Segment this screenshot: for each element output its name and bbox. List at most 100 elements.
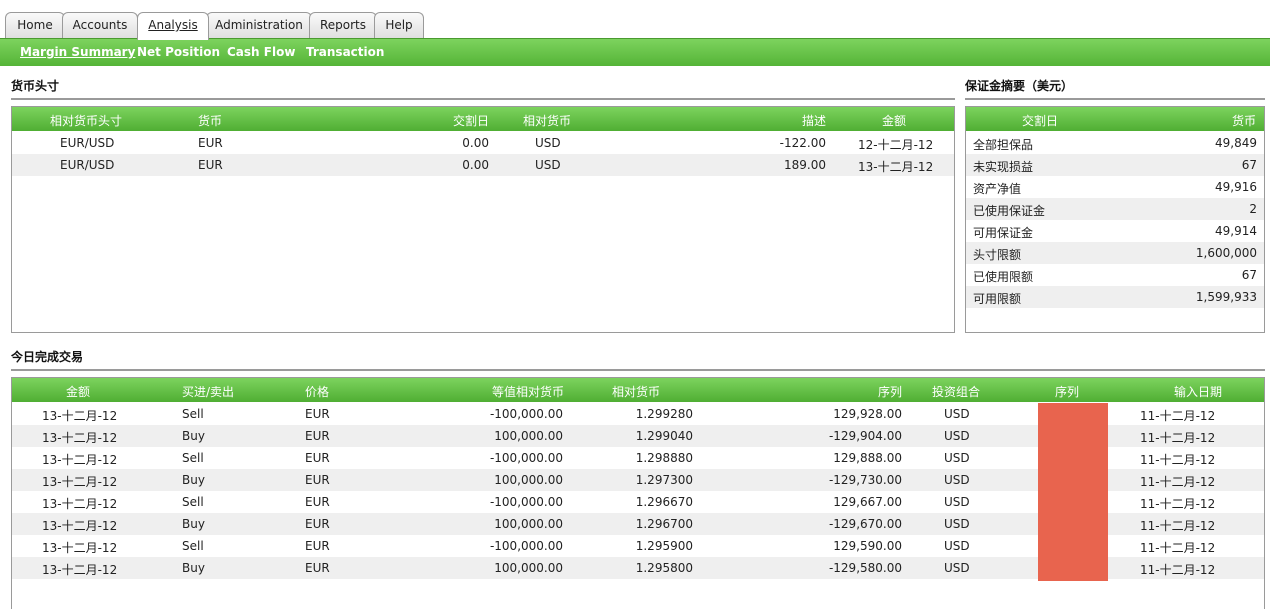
tab-help[interactable]: Help <box>374 12 424 39</box>
cell: -100,000.00 <box>489 407 563 421</box>
col-header[interactable]: 序列 <box>1055 383 1079 400</box>
col-header[interactable]: 相对货币 <box>612 383 660 400</box>
row-label: 已使用限额 <box>973 270 1034 284</box>
cell: -129,904.00 <box>828 429 902 443</box>
tab-home[interactable]: Home <box>5 12 65 39</box>
cell: 11-十二月-12 <box>1140 431 1216 445</box>
table-row[interactable]: EUR/USD EUR 0.00 USD -122.00 12-十二月-12 <box>12 132 954 154</box>
margin-summary-table: 交割日 货币 全部担保品 49,849 未实现损益 67 资产净值 49,916… <box>965 106 1265 333</box>
row-label: 已使用保证金 <box>973 204 1046 218</box>
margin-summary-title: 保证金摘要（美元） <box>965 79 1074 93</box>
row-value: 49,916 <box>1215 180 1257 194</box>
table-row: 资产净值 49,916 <box>966 176 1264 198</box>
cell: 13-十二月-12 <box>42 431 118 445</box>
tab-reports[interactable]: Reports <box>309 12 377 39</box>
row-value: 1,600,000 <box>1195 246 1257 260</box>
col-header[interactable]: 货币 <box>1232 112 1256 129</box>
cell: 11-十二月-12 <box>1140 409 1216 423</box>
cell: 0.00 <box>462 158 489 172</box>
row-value: 49,914 <box>1215 224 1257 238</box>
cell: 100,000.00 <box>494 517 563 531</box>
cell: USD <box>944 407 970 421</box>
tab-home-label: Home <box>17 18 53 32</box>
subnav-cash-flow[interactable]: Cash Flow <box>227 45 295 59</box>
cell: 11-十二月-12 <box>1140 497 1216 511</box>
table-row: 未实现损益 67 <box>966 154 1264 176</box>
cell: 1.295800 <box>635 561 693 575</box>
cell: 1.299280 <box>635 407 693 421</box>
row-value: 49,849 <box>1215 136 1257 150</box>
cell: EUR <box>198 136 223 150</box>
col-header[interactable]: 交割日 <box>453 112 489 129</box>
tab-accounts[interactable]: Accounts <box>62 12 138 39</box>
cell: -100,000.00 <box>489 495 563 509</box>
cell: USD <box>944 451 970 465</box>
completed-trades-table: 金额 买进/卖出 价格 等值相对货币 相对货币 序列 投资组合 序列 输入日期 … <box>11 377 1265 609</box>
tab-analysis-label: Analysis <box>148 18 198 32</box>
cell: 11-十二月-12 <box>1140 519 1216 533</box>
cell: Buy <box>182 429 205 443</box>
cell: Sell <box>182 407 204 421</box>
row-label: 全部担保品 <box>973 138 1034 152</box>
cell: Buy <box>182 517 205 531</box>
cell: Sell <box>182 539 204 553</box>
cell: 11-十二月-12 <box>1140 541 1216 555</box>
col-header[interactable]: 金额 <box>882 112 906 129</box>
completed-trades-divider <box>11 369 1265 371</box>
cell: 12-十二月-12 <box>858 138 934 152</box>
cell: 1.297300 <box>635 473 693 487</box>
subnav-net-position[interactable]: Net Position <box>137 45 220 59</box>
col-header[interactable]: 描述 <box>802 112 826 129</box>
main-tab-bar: Home Accounts Analysis Administration Re… <box>0 12 1270 40</box>
col-header[interactable]: 买进/卖出 <box>182 383 234 400</box>
cell: 189.00 <box>784 158 826 172</box>
table-row: 可用保证金 49,914 <box>966 220 1264 242</box>
table-row: 头寸限额 1,600,000 <box>966 242 1264 264</box>
cell: -129,670.00 <box>828 517 902 531</box>
cell: 13-十二月-12 <box>42 541 118 555</box>
cell: 13-十二月-12 <box>858 160 934 174</box>
subnav-transaction[interactable]: Transaction <box>306 45 384 59</box>
tab-administration[interactable]: Administration <box>206 12 312 39</box>
completed-trades-title: 今日完成交易 <box>11 350 84 364</box>
sub-nav-bar: Margin Summary Net Position Cash Flow Tr… <box>0 38 1270 66</box>
col-header[interactable]: 等值相对货币 <box>492 383 564 400</box>
tab-analysis[interactable]: Analysis <box>137 12 209 40</box>
table-row: 可用限额 1,599,933 <box>966 286 1264 308</box>
col-header[interactable]: 输入日期 <box>1174 383 1222 400</box>
cell: USD <box>944 539 970 553</box>
cell: EUR <box>305 517 330 531</box>
col-header[interactable]: 金额 <box>66 383 90 400</box>
cell: USD <box>944 517 970 531</box>
cell: 13-十二月-12 <box>42 453 118 467</box>
row-value: 1,599,933 <box>1195 290 1257 304</box>
currency-position-table: 相对货币头寸 货币 交割日 相对货币 描述 金额 EUR/USD EUR 0.0… <box>11 106 955 333</box>
row-label: 资产净值 <box>973 182 1022 196</box>
col-header[interactable]: 相对货币 <box>523 112 571 129</box>
cell: USD <box>944 429 970 443</box>
cell: 11-十二月-12 <box>1140 475 1216 489</box>
cell: 1.296700 <box>635 517 693 531</box>
cell: 13-十二月-12 <box>42 497 118 511</box>
cell: 11-十二月-12 <box>1140 453 1216 467</box>
cell: 129,667.00 <box>833 495 902 509</box>
cell: EUR/USD <box>60 158 115 172</box>
cell: EUR <box>305 539 330 553</box>
cell: 1.296670 <box>635 495 693 509</box>
cell: Sell <box>182 451 204 465</box>
tab-administration-label: Administration <box>215 18 303 32</box>
row-value: 67 <box>1241 158 1257 172</box>
margin-summary-divider <box>965 98 1265 100</box>
cell: USD <box>944 495 970 509</box>
col-header[interactable]: 货币 <box>198 112 222 129</box>
col-header[interactable]: 相对货币头寸 <box>50 112 122 129</box>
col-header[interactable]: 投资组合 <box>932 383 980 400</box>
cell: 100,000.00 <box>494 561 563 575</box>
currency-position-header: 相对货币头寸 货币 交割日 相对货币 描述 金额 <box>12 107 954 131</box>
col-header[interactable]: 序列 <box>878 383 902 400</box>
cell: EUR <box>305 495 330 509</box>
col-header[interactable]: 交割日 <box>1022 112 1058 129</box>
subnav-margin-summary[interactable]: Margin Summary <box>20 45 135 59</box>
table-row[interactable]: EUR/USD EUR 0.00 USD 189.00 13-十二月-12 <box>12 154 954 176</box>
col-header[interactable]: 价格 <box>305 383 329 400</box>
